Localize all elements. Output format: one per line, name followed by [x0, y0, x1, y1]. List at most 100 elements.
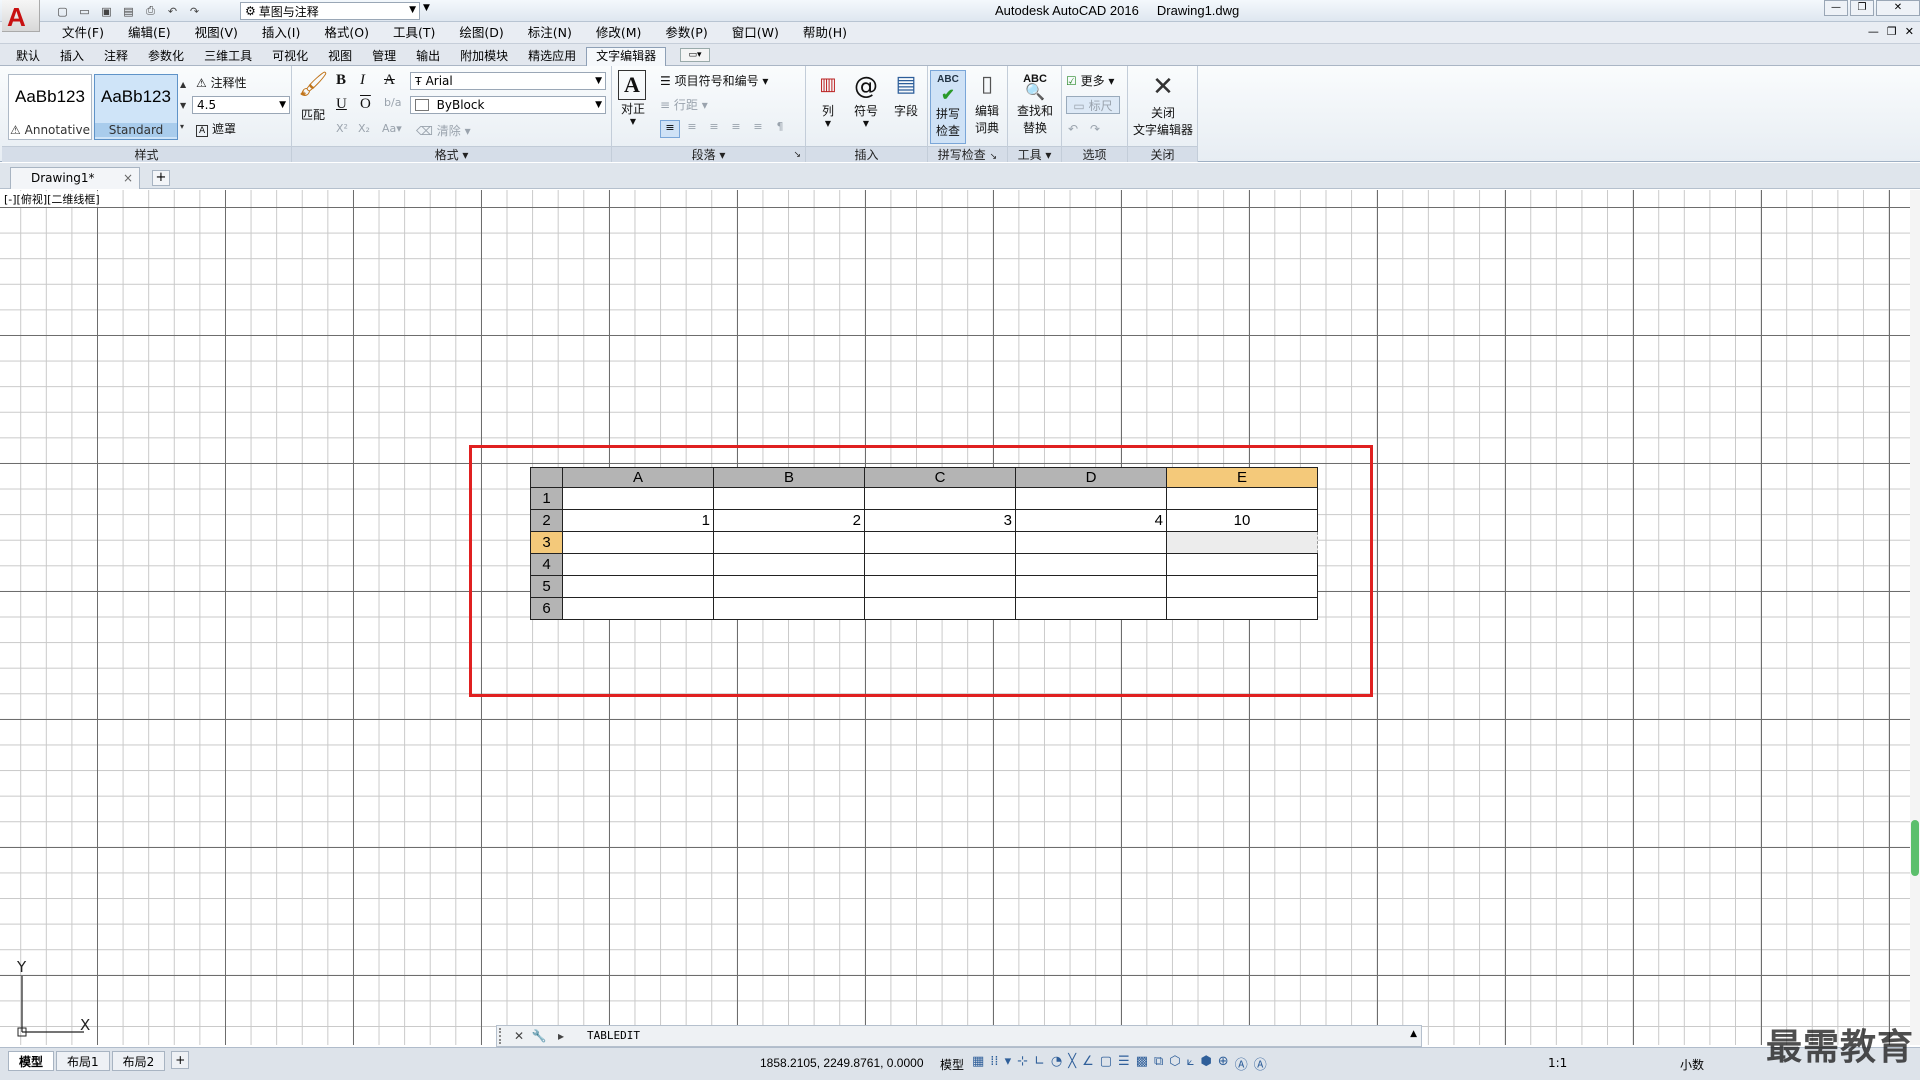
- table-cell[interactable]: [1015, 575, 1167, 598]
- cad-table[interactable]: A B C D E 1 2 1 2 3 4 10 3 4 5 6: [530, 467, 1318, 620]
- clear-button[interactable]: ⌫ 清除 ▾: [416, 122, 471, 139]
- wrench-icon[interactable]: 🔧: [531, 1028, 547, 1044]
- doc-minimize-icon[interactable]: —: [1868, 25, 1879, 38]
- menu-item[interactable]: 插入(I): [250, 25, 312, 41]
- color-combo[interactable]: ByBlock ▼: [410, 96, 606, 114]
- layout-tab[interactable]: 布局1: [56, 1051, 110, 1071]
- subscript-icon[interactable]: X₂: [358, 122, 370, 135]
- workspace-dropdown[interactable]: ⚙ 草图与注释 ▼: [240, 2, 420, 20]
- columns-button[interactable]: ▥ 列 ▼: [812, 74, 844, 128]
- table-cell[interactable]: [864, 531, 1016, 554]
- annotation-visibility-icon[interactable]: Ⓐ: [1235, 1054, 1248, 1073]
- column-header[interactable]: C: [864, 467, 1016, 488]
- table-cell[interactable]: [1166, 487, 1318, 510]
- mask-button[interactable]: A 遮罩: [196, 120, 236, 137]
- table-cell[interactable]: 10: [1166, 509, 1318, 532]
- change-case-icon[interactable]: Aa▾: [382, 122, 402, 135]
- close-button[interactable]: ✕: [1876, 0, 1920, 16]
- table-cell[interactable]: [713, 531, 865, 554]
- menu-item[interactable]: 帮助(H): [791, 25, 859, 41]
- menu-item[interactable]: 视图(V): [183, 25, 250, 41]
- undo-icon[interactable]: ↶: [164, 3, 181, 19]
- find-replace-button[interactable]: ABC 🔍 查找和 替换: [1012, 72, 1058, 136]
- menu-item[interactable]: 参数(P): [653, 25, 719, 41]
- column-header[interactable]: E: [1166, 467, 1318, 488]
- drag-handle[interactable]: [499, 1028, 505, 1044]
- paragraph-icon[interactable]: ¶: [770, 120, 790, 138]
- menu-item[interactable]: 文件(F): [50, 25, 116, 41]
- gizmo-icon[interactable]: ⊕: [1218, 1054, 1229, 1073]
- close-text-editor-button[interactable]: ✕ 关闭 文字编辑器: [1130, 72, 1196, 138]
- field-button[interactable]: ▤ 字段: [890, 72, 922, 119]
- ribbon-tab[interactable]: 可视化: [262, 47, 318, 66]
- table-cell[interactable]: [1015, 553, 1167, 576]
- ribbon-tab[interactable]: 文字编辑器: [586, 47, 667, 66]
- table-cell[interactable]: [1166, 597, 1318, 620]
- command-prompt-icon[interactable]: ▸: [553, 1028, 569, 1044]
- document-tab[interactable]: Drawing1* ×: [10, 167, 140, 189]
- object-snap-icon[interactable]: ▢: [1100, 1054, 1112, 1073]
- ribbon-tab[interactable]: 视图: [318, 47, 362, 66]
- spell-check-button[interactable]: ABC ✔ 拼写 检查: [930, 70, 966, 144]
- ribbon-minimize-icon[interactable]: ▭▾: [680, 48, 710, 62]
- table-cell[interactable]: [1015, 487, 1167, 510]
- dynamic-ucs-icon[interactable]: ⟀: [1187, 1054, 1195, 1073]
- selection-cycling-icon[interactable]: ⧉: [1154, 1054, 1163, 1073]
- more-button[interactable]: ☑ 更多 ▾: [1066, 72, 1114, 89]
- ribbon-tab[interactable]: 输出: [406, 47, 450, 66]
- save-as-icon[interactable]: ▤: [120, 3, 137, 19]
- align-left-icon[interactable]: ≡: [660, 120, 680, 138]
- selection-filter-icon[interactable]: ⬢: [1200, 1054, 1211, 1073]
- qat-customize-icon[interactable]: ▼: [423, 3, 430, 13]
- style-standard-swatch[interactable]: AaBb123 Standard: [94, 74, 178, 140]
- menu-item[interactable]: 编辑(E): [116, 25, 183, 41]
- dynamic-input-icon[interactable]: ⊹: [1017, 1054, 1028, 1073]
- transparency-icon[interactable]: ▩: [1136, 1054, 1148, 1073]
- snap-icon[interactable]: ⁞⁞: [990, 1054, 998, 1073]
- units-dropdown[interactable]: 小数: [1680, 1056, 1704, 1073]
- model-space-button[interactable]: 模型: [940, 1056, 964, 1073]
- text-height-combo[interactable]: 4.5 ▼: [192, 96, 290, 114]
- style-annotative-swatch[interactable]: AaBb123 ⚠ Annotative: [8, 74, 92, 140]
- table-cell[interactable]: [1166, 531, 1318, 554]
- drawing-canvas[interactable]: [-][俯视][二维线框] A B C D E 1 2 1 2 3 4 10 3 4 5 6 Y X: [0, 190, 1920, 1045]
- strikethrough-button[interactable]: A: [384, 72, 395, 89]
- row-header[interactable]: 4: [530, 553, 563, 576]
- lineweight-icon[interactable]: ☰: [1118, 1054, 1130, 1073]
- align-justify-icon[interactable]: ≡: [726, 120, 746, 138]
- ribbon-tab[interactable]: 管理: [362, 47, 406, 66]
- menu-item[interactable]: 格式(O): [312, 25, 381, 41]
- command-line[interactable]: ✕ 🔧 ▸ TABLEDIT ▲: [496, 1025, 1422, 1047]
- table-cell[interactable]: [864, 597, 1016, 620]
- table-cell[interactable]: [864, 553, 1016, 576]
- table-cell[interactable]: [562, 553, 714, 576]
- align-center-icon[interactable]: ≡: [682, 120, 702, 138]
- column-header[interactable]: B: [713, 467, 865, 488]
- add-layout-button[interactable]: +: [171, 1051, 190, 1069]
- table-cell[interactable]: [713, 597, 865, 620]
- ribbon-tab[interactable]: 附加模块: [450, 47, 518, 66]
- italic-button[interactable]: I: [360, 72, 365, 89]
- table-cell[interactable]: [562, 531, 714, 554]
- open-icon[interactable]: ▭: [76, 3, 93, 19]
- menu-item[interactable]: 工具(T): [381, 25, 447, 41]
- table-cell[interactable]: [562, 597, 714, 620]
- symbol-button[interactable]: @ 符号 ▼: [850, 72, 882, 128]
- doc-restore-icon[interactable]: ❐: [1887, 25, 1897, 38]
- edit-dictionary-button[interactable]: ▯ 编辑 词典: [970, 72, 1004, 136]
- annotative-toggle[interactable]: ⚠ 注释性: [196, 74, 247, 91]
- stack-icon[interactable]: b/a: [384, 96, 401, 109]
- table-cell[interactable]: [562, 487, 714, 510]
- undo-icon[interactable]: ↶: [1068, 122, 1078, 136]
- 3d-osnap-icon[interactable]: ⬡: [1169, 1054, 1180, 1073]
- table-cell[interactable]: [1166, 553, 1318, 576]
- table-cell[interactable]: 4: [1015, 509, 1167, 532]
- restore-button[interactable]: ❐: [1850, 0, 1874, 16]
- infer-icon[interactable]: ▾: [1005, 1054, 1012, 1073]
- font-combo[interactable]: Ŧ Arial ▼: [410, 72, 606, 90]
- redo-icon[interactable]: ↷: [1090, 122, 1100, 136]
- grid-icon[interactable]: ▦: [972, 1054, 984, 1073]
- dialog-launcher-icon[interactable]: ↘: [990, 152, 998, 162]
- layout-tab[interactable]: 模型: [8, 1051, 55, 1071]
- print-icon[interactable]: ⎙: [142, 3, 159, 19]
